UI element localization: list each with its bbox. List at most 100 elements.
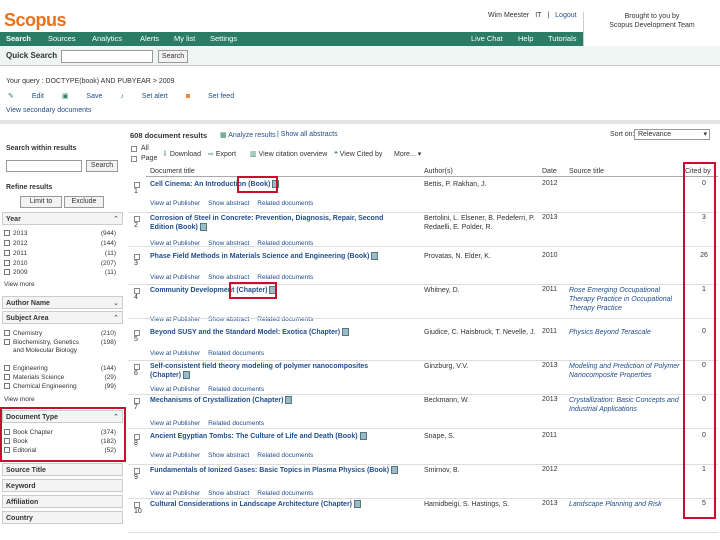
subject-item[interactable]: Chemistry (210) (4, 330, 120, 337)
document-title-link[interactable]: Fundamentals of Ionized Gases: Basic Top… (150, 466, 400, 475)
document-title-link[interactable]: Community Development (Chapter) (150, 286, 400, 295)
view-secondary-link[interactable]: View secondary documents (6, 107, 91, 114)
document-title-link[interactable]: Mechanisms of Crystallization (Chapter) (150, 396, 400, 405)
col-source-title[interactable]: Source title (569, 168, 604, 178)
document-title-link[interactable]: Cultural Considerations in Landscape Arc… (150, 500, 400, 509)
edit-query-link[interactable]: ✎ Edit (8, 93, 44, 100)
row-action-link[interactable]: Show abstract (208, 200, 249, 207)
author-link[interactable]: Snape, S. (424, 432, 544, 441)
year-item[interactable]: 2009 (11) (4, 269, 120, 276)
pdf-icon[interactable] (359, 432, 367, 441)
document-type-header[interactable]: Document Type ⌃ (2, 410, 123, 423)
view-more-years[interactable]: View more (4, 281, 120, 288)
row-action-link[interactable]: View at Publisher (150, 386, 200, 393)
more-button[interactable]: More... ▾ (394, 150, 421, 158)
source-title-link[interactable]: Modeling and Prediction of Polymer Nanoc… (569, 362, 685, 380)
doctype-item[interactable]: Editorial (52) (4, 447, 120, 454)
expand-icon[interactable]: ⌄ (113, 299, 119, 307)
user-name[interactable]: Wim Meester (488, 12, 529, 19)
quick-search-button[interactable]: Search (158, 50, 188, 63)
year-item[interactable]: 2013 (944) (4, 230, 120, 237)
download-button[interactable]: ⇩ Download (162, 150, 201, 158)
pdf-icon[interactable] (391, 466, 399, 475)
view-citation-button[interactable]: ▥ View citation overview (250, 150, 327, 158)
feed-label[interactable]: Set feed (208, 93, 234, 100)
collapse-icon[interactable]: ⌃ (113, 413, 119, 421)
alert-label[interactable]: Set alert (142, 93, 168, 100)
save-query-link[interactable]: ▣ Save (62, 93, 103, 100)
document-title-link[interactable]: Beyond SUSY and the Standard Model: Exot… (150, 328, 400, 337)
row-action-link[interactable]: View at Publisher (150, 420, 200, 427)
pdf-icon[interactable] (371, 252, 379, 261)
cited-by-count[interactable]: 1 (694, 286, 714, 293)
pdf-icon[interactable] (183, 371, 191, 380)
nav-settings[interactable]: Settings (210, 34, 237, 43)
analyze-results-link[interactable]: ▦ Analyze results (220, 131, 276, 139)
exclude-button[interactable]: Exclude (64, 196, 104, 208)
author-link[interactable]: Beckmann, W. (424, 396, 544, 405)
row-action-link[interactable]: View at Publisher (150, 350, 200, 357)
col-document-title[interactable]: Document title (150, 168, 195, 178)
select-page-checkbox[interactable] (131, 156, 137, 162)
nav-alerts[interactable]: Alerts (140, 34, 159, 43)
pdf-icon[interactable] (269, 286, 277, 295)
collapse-icon[interactable]: ⌃ (113, 314, 119, 322)
row-action-link[interactable]: View at Publisher (150, 274, 200, 281)
export-button[interactable]: ⇨ Export (208, 150, 236, 158)
limit-to-button[interactable]: Limit to (20, 196, 62, 208)
author-link[interactable]: Whitney, D. (424, 286, 544, 295)
source-title-link[interactable]: Rose Emerging Occupational Therapy Pract… (569, 286, 685, 313)
edit-label[interactable]: Edit (32, 93, 44, 100)
source-title-link[interactable]: Physics Beyond Terascale (569, 328, 685, 337)
country-header[interactable]: Country (2, 511, 123, 524)
col-date[interactable]: Date (542, 168, 557, 178)
document-title-link[interactable]: Phase Field Methods in Materials Science… (150, 252, 400, 261)
author-link[interactable]: Bettis, P. Rakhan, J. (424, 180, 544, 189)
select-all-checkbox[interactable] (131, 146, 137, 152)
row-action-link[interactable]: View at Publisher (150, 200, 200, 207)
set-feed-link[interactable]: ◙ Set feed (186, 93, 234, 100)
nav-search[interactable]: Search (6, 34, 31, 43)
year-header[interactable]: Year ⌃ (2, 212, 123, 225)
search-within-button[interactable]: Search (86, 160, 118, 172)
affiliation-header[interactable]: Affiliation (2, 495, 123, 508)
cited-by-count[interactable]: 0 (694, 432, 714, 439)
row-action-link[interactable]: Related documents (208, 386, 264, 393)
author-link[interactable]: Smirnov, B. (424, 466, 544, 475)
cited-by-count[interactable]: 1 (694, 466, 714, 473)
view-more-subjects[interactable]: View more (4, 396, 120, 403)
cited-by-count[interactable]: 3 (694, 214, 714, 221)
row-action-link[interactable]: Related documents (208, 350, 264, 357)
quick-search-input[interactable] (61, 50, 153, 63)
row-action-link[interactable]: Related documents (257, 490, 313, 497)
source-title-link[interactable]: Crystallization: Basic Concepts and Indu… (569, 396, 685, 414)
subject-item[interactable]: Materials Science (29) (4, 374, 120, 381)
author-link[interactable]: Ginzburg, V.V. (424, 362, 544, 371)
doctype-item[interactable]: Book (182) (4, 438, 120, 445)
cited-by-count[interactable]: 26 (694, 252, 714, 259)
pdf-icon[interactable] (199, 223, 207, 232)
pdf-icon[interactable] (342, 328, 350, 337)
nav-analytics[interactable]: Analytics (92, 34, 122, 43)
pdf-icon[interactable] (285, 396, 293, 405)
subject-item[interactable]: Engineering (144) (4, 365, 120, 372)
row-action-link[interactable]: Related documents (257, 274, 313, 281)
pdf-icon[interactable] (354, 500, 361, 509)
row-action-link[interactable]: Related documents (257, 452, 313, 459)
keyword-header[interactable]: Keyword (2, 479, 123, 492)
row-action-link[interactable]: Related documents (257, 200, 313, 207)
nav-help[interactable]: Help (518, 34, 533, 43)
subject-item[interactable]: Chemical Engineering (99) (4, 383, 120, 390)
year-item[interactable]: 2010 (207) (4, 260, 120, 267)
save-label[interactable]: Save (86, 93, 102, 100)
source-title-link[interactable]: Landscape Planning and Risk (569, 500, 685, 509)
row-action-link[interactable]: Show abstract (208, 490, 249, 497)
show-all-abstracts-link[interactable]: | Show all abstracts (277, 131, 338, 138)
subject-item[interactable]: Biochemistry, Genetics and Molecular Bio… (4, 339, 120, 355)
cited-by-count[interactable]: 0 (694, 362, 714, 369)
nav-live-chat[interactable]: Live Chat (471, 34, 503, 43)
view-cited-by-button[interactable]: ❝ View Cited by (334, 150, 382, 158)
year-item[interactable]: 2011 (11) (4, 250, 120, 257)
nav-tutorials[interactable]: Tutorials (548, 34, 576, 43)
search-within-input[interactable] (6, 160, 82, 172)
